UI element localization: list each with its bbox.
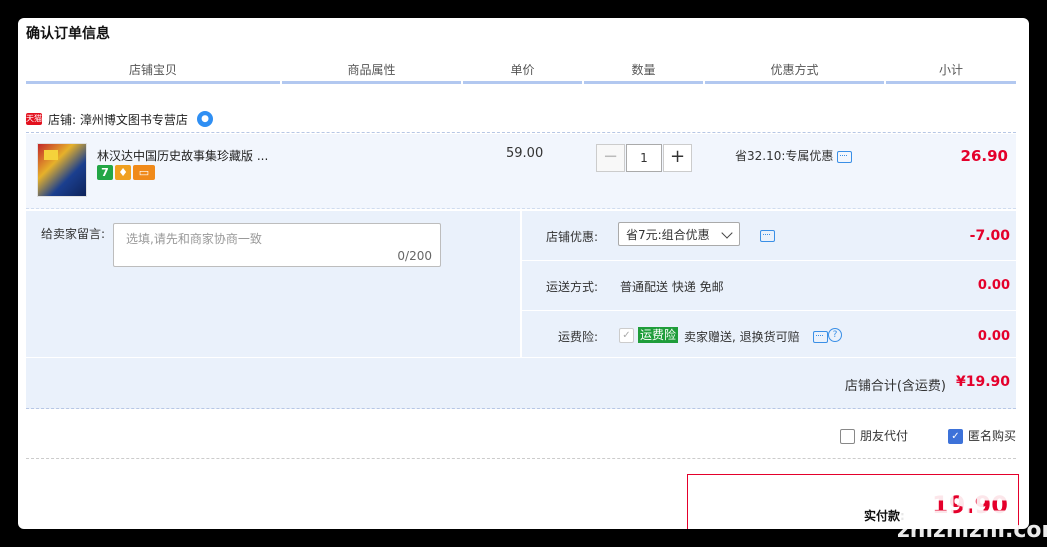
header-quantity: 数量 — [584, 61, 703, 84]
anonymous-option[interactable]: ✓ 匿名购买 — [948, 427, 1016, 444]
chevron-down-icon — [721, 227, 733, 239]
product-thumbnail[interactable] — [37, 143, 87, 197]
shop-discount-amount: -7.00 — [969, 228, 1010, 244]
shop-row: 天猫 店铺: 漳州博文图书专营店 ● — [26, 110, 1016, 133]
anonymous-label: 匿名购买 — [968, 429, 1017, 443]
header-discount: 优惠方式 — [705, 61, 884, 84]
shop-discount-label: 店铺优惠: — [545, 230, 598, 244]
insurance-label: 运费险: — [557, 330, 598, 344]
order-panel: 确认订单信息 店铺宝贝 商品属性 单价 数量 优惠方式 小计 天猫 店铺: 漳州… — [18, 18, 1029, 529]
service-tags: 7 ♦ ▭ — [97, 165, 157, 184]
message-input[interactable]: 选填,请先和商家协商一致 0/200 — [113, 223, 441, 267]
guarantee-icon[interactable]: ♦ — [115, 165, 131, 180]
unit-price: 59.00 — [506, 146, 544, 161]
promotion-text: 省32.10:专属优惠 — [735, 147, 853, 164]
insurance-checkbox[interactable]: ✓ — [619, 328, 634, 343]
shop-discount-value: 省7元:组合优惠 — [626, 228, 710, 242]
message-label: 给卖家留言: — [41, 227, 106, 241]
shipping-method: 普通配送 快递 免邮 — [620, 280, 724, 294]
shipping-label: 运送方式: — [545, 280, 598, 294]
message-placeholder: 选填,请先和商家协商一致 — [126, 232, 262, 246]
shop-discount-row: 店铺优惠: 省7元:组合优惠 -7.00 — [522, 211, 1016, 261]
chat-seller-icon[interactable]: ● — [197, 111, 213, 127]
increase-button[interactable]: + — [663, 144, 692, 172]
shop-total-amount: ¥19.90 — [955, 374, 1010, 390]
divider — [26, 458, 1016, 459]
credit-card-icon[interactable]: ▭ — [133, 165, 155, 180]
decrease-button[interactable]: − — [596, 144, 625, 172]
shipping-row: 运送方式: 普通配送 快递 免邮 0.00 — [522, 261, 1016, 311]
anonymous-checkbox[interactable]: ✓ — [948, 429, 963, 444]
friend-pay-label: 朋友代付 — [860, 429, 909, 443]
item-subtotal: 26.90 — [960, 147, 1008, 165]
header-shop-item: 店铺宝贝 — [26, 61, 280, 84]
message-section: 给卖家留言: 选填,请先和商家协商一致 0/200 — [26, 211, 520, 357]
header-unit-price: 单价 — [463, 61, 582, 84]
insurance-description: 卖家赠送, 退换货可赔 — [684, 330, 800, 344]
friend-pay-checkbox[interactable] — [840, 429, 855, 444]
help-icon[interactable]: ? — [828, 328, 842, 342]
shop-total-label: 店铺合计(含运费) — [844, 379, 946, 394]
watermark-text: zhizhizhi.com — [897, 518, 1047, 543]
tmall-icon: 天猫 — [26, 113, 42, 125]
product-title[interactable]: 林汉达中国历史故事集珍藏版 ... — [97, 147, 268, 164]
quantity-input[interactable]: 1 — [626, 144, 662, 172]
page-title: 确认订单信息 — [26, 26, 110, 42]
shop-discount-select[interactable]: 省7元:组合优惠 — [618, 222, 740, 246]
promotion-label: 省32.10:专属优惠 — [735, 149, 834, 163]
message-char-count: 0/200 — [397, 249, 432, 263]
header-attributes: 商品属性 — [282, 61, 461, 84]
table-header: 店铺宝贝 商品属性 单价 数量 优惠方式 小计 — [26, 61, 1016, 84]
friend-pay-option[interactable]: 朋友代付 — [840, 427, 908, 444]
shop-label: 店铺: — [48, 113, 77, 127]
shop-total-row: 店铺合计(含运费) ¥19.90 — [26, 358, 1016, 409]
shop-name-text[interactable]: 漳州博文图书专营店 — [80, 113, 188, 127]
insurance-row: 运费险: ✓ 运费险 卖家赠送, 退换货可赔 ? 0.00 — [522, 311, 1016, 360]
chat-bubble-icon[interactable] — [760, 230, 775, 242]
header-subtotal: 小计 — [886, 61, 1016, 84]
order-options: 店铺优惠: 省7元:组合优惠 -7.00 运送方式: 普通配送 快递 免邮 0.… — [522, 211, 1016, 357]
chat-bubble-icon[interactable] — [837, 150, 853, 163]
seven-day-return-icon[interactable]: 7 — [97, 165, 113, 180]
shipping-amount: 0.00 — [977, 278, 1010, 293]
shop-name[interactable]: 店铺: 漳州博文图书专营店 — [48, 111, 188, 128]
item-row: 林汉达中国历史故事集珍藏版 ... 7 ♦ ▭ 59.00 − 1 + 省32.10… — [26, 134, 1016, 209]
insurance-badge: 运费险 — [638, 327, 679, 343]
chat-bubble-icon[interactable] — [813, 331, 828, 343]
insurance-amount: 0.00 — [977, 329, 1010, 344]
